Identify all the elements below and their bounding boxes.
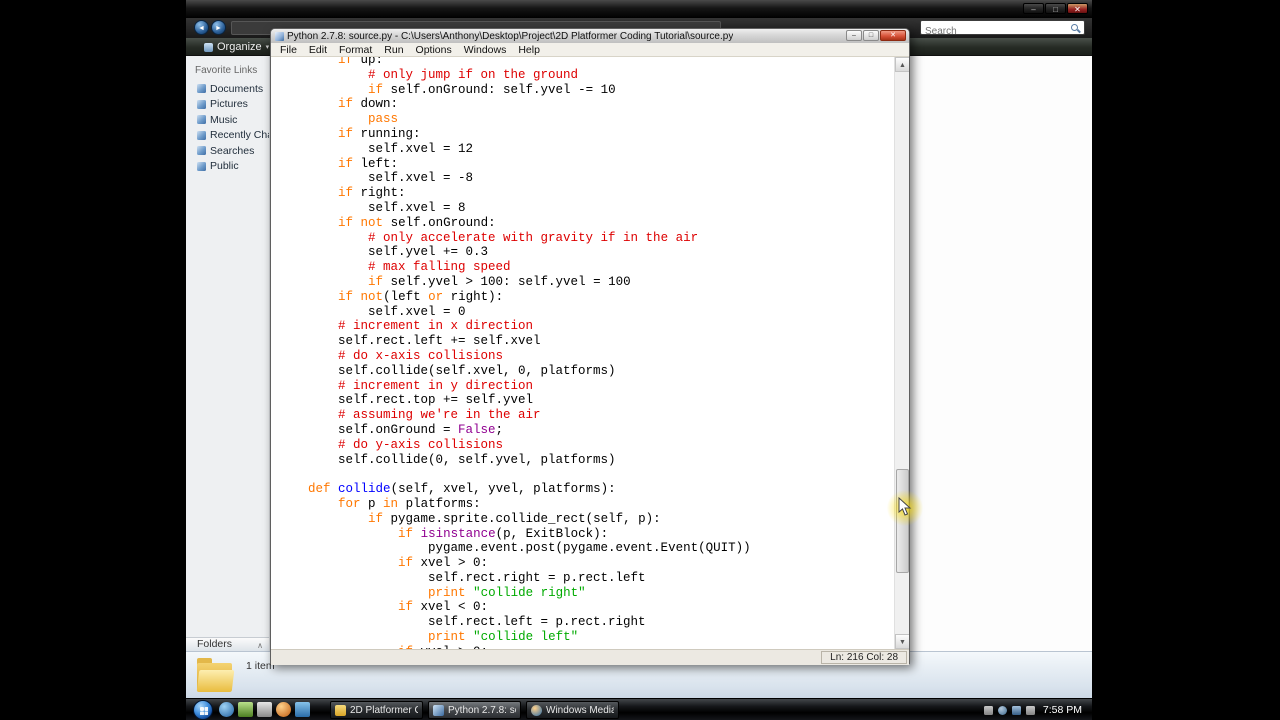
search-icon (1071, 24, 1080, 33)
folder-icon (196, 656, 235, 696)
sidebar-item-documents[interactable]: Documents (186, 81, 269, 97)
recently-changed-icon (197, 130, 206, 140)
taskbar-button-label: Windows Media Pla... (546, 704, 614, 716)
desktop: – □ ✕ ◄ ► Organize ▾ (186, 0, 1092, 720)
menu-options[interactable]: Options (410, 44, 458, 56)
menu-edit[interactable]: Edit (303, 44, 333, 56)
sidebar-item-label: Music (210, 113, 238, 126)
organize-button[interactable]: Organize ▾ (200, 40, 273, 54)
menu-run[interactable]: Run (378, 44, 409, 56)
taskbar-button-idle[interactable]: Python 2.7.8: source... (428, 701, 521, 719)
taskbar-button-label: Python 2.7.8: source... (448, 704, 516, 716)
menu-file[interactable]: File (274, 44, 303, 56)
sidebar-item-public[interactable]: Public (186, 159, 269, 175)
organize-label: Organize (217, 41, 262, 53)
music-icon (197, 115, 206, 125)
start-button[interactable] (193, 700, 213, 720)
taskbar-button-explorer[interactable]: 2D Platformer Codi... (330, 701, 423, 719)
vertical-scrollbar[interactable]: ▲ ▼ (894, 57, 909, 649)
sidebar-item-label: Searches (210, 144, 255, 157)
explorer-titlebar: – □ ✕ (186, 0, 1092, 18)
menu-format[interactable]: Format (333, 44, 378, 56)
python-icon (433, 704, 444, 716)
code-area: if up: # only jump if on the ground if s… (271, 57, 909, 649)
volume-icon[interactable] (1025, 705, 1035, 715)
chevron-down-icon: ▾ (265, 44, 270, 51)
menu-windows[interactable]: Windows (458, 44, 513, 56)
sidebar-item-label: Documents (210, 82, 264, 95)
folder-icon (335, 704, 346, 716)
forward-button[interactable]: ► (211, 20, 226, 35)
explorer-caption-buttons: – □ ✕ (1023, 3, 1088, 14)
sidebar-item-recently-changed[interactable]: Recently Chan (186, 128, 269, 144)
quick-launch-icon-2[interactable] (238, 702, 253, 717)
scroll-up-icon[interactable]: ▲ (895, 57, 909, 72)
quick-launch-icon-5[interactable] (295, 702, 310, 717)
idle-menubar: File Edit Format Run Options Windows Hel… (271, 43, 909, 57)
public-icon (197, 161, 206, 171)
idle-statusbar: Ln: 216 Col: 28 (271, 649, 909, 665)
code-editor[interactable]: if up: # only jump if on the ground if s… (278, 57, 893, 649)
search-input[interactable] (921, 25, 1063, 38)
taskbar: 2D Platformer Codi... Python 2.7.8: sour… (186, 698, 1092, 720)
close-button[interactable]: ✕ (880, 30, 906, 41)
folders-label: Folders (197, 638, 233, 650)
search-box[interactable] (920, 20, 1085, 38)
cursor-position: Ln: 216 Col: 28 (821, 651, 907, 664)
taskbar-button-wmp[interactable]: Windows Media Pla... (526, 701, 619, 719)
menu-help[interactable]: Help (512, 44, 546, 56)
navigation-pane: Favorite Links Documents Pictures Music (186, 56, 270, 651)
scroll-down-icon[interactable]: ▼ (895, 634, 909, 649)
network-icon[interactable] (1011, 705, 1021, 715)
taskbar-button-label: 2D Platformer Codi... (350, 704, 418, 716)
idle-app-icon (275, 31, 284, 41)
media-player-icon (531, 704, 542, 716)
back-button[interactable]: ◄ (194, 20, 209, 35)
idle-window: Python 2.7.8: source.py - C:\Users\Antho… (270, 28, 910, 665)
quick-launch-icon-3[interactable] (257, 702, 272, 717)
pictures-icon (197, 99, 206, 109)
clock[interactable]: 7:58 PM (1040, 704, 1082, 716)
tray-icon-1[interactable] (983, 705, 993, 715)
idle-titlebar[interactable]: Python 2.7.8: source.py - C:\Users\Antho… (271, 29, 909, 43)
searches-icon (197, 146, 206, 156)
scrollbar-thumb[interactable] (896, 469, 909, 573)
system-tray: 7:58 PM (983, 699, 1082, 720)
task-buttons: 2D Platformer Codi... Python 2.7.8: sour… (330, 701, 619, 719)
minimize-button[interactable]: – (846, 30, 862, 41)
minimize-button[interactable]: – (1023, 3, 1044, 14)
sidebar-item-label: Recently Chan (210, 129, 269, 142)
folders-bar[interactable]: Folders ∧ (186, 637, 269, 651)
windows-logo-icon (200, 707, 204, 711)
idle-window-title: Python 2.7.8: source.py - C:\Users\Antho… (287, 30, 734, 42)
maximize-button[interactable]: □ (1045, 3, 1066, 14)
sidebar-item-label: Public (210, 160, 239, 173)
sidebar-item-searches[interactable]: Searches (186, 143, 269, 159)
quick-launch-icon-4[interactable] (276, 702, 291, 717)
idle-caption-buttons: – □ ✕ (846, 30, 906, 41)
close-button[interactable]: ✕ (1067, 3, 1088, 14)
video-frame: – □ ✕ ◄ ► Organize ▾ (0, 0, 1280, 720)
tray-icon-2[interactable] (997, 705, 1007, 715)
sidebar-item-pictures[interactable]: Pictures (186, 97, 269, 113)
quick-launch-icon-1[interactable] (219, 702, 234, 717)
sidebar-item-label: Pictures (210, 98, 248, 111)
maximize-button[interactable]: □ (863, 30, 879, 41)
quick-launch (219, 702, 310, 717)
sidebar-item-music[interactable]: Music (186, 112, 269, 128)
documents-icon (197, 84, 206, 94)
organize-icon (204, 42, 213, 52)
favorite-links-header: Favorite Links (195, 65, 258, 76)
